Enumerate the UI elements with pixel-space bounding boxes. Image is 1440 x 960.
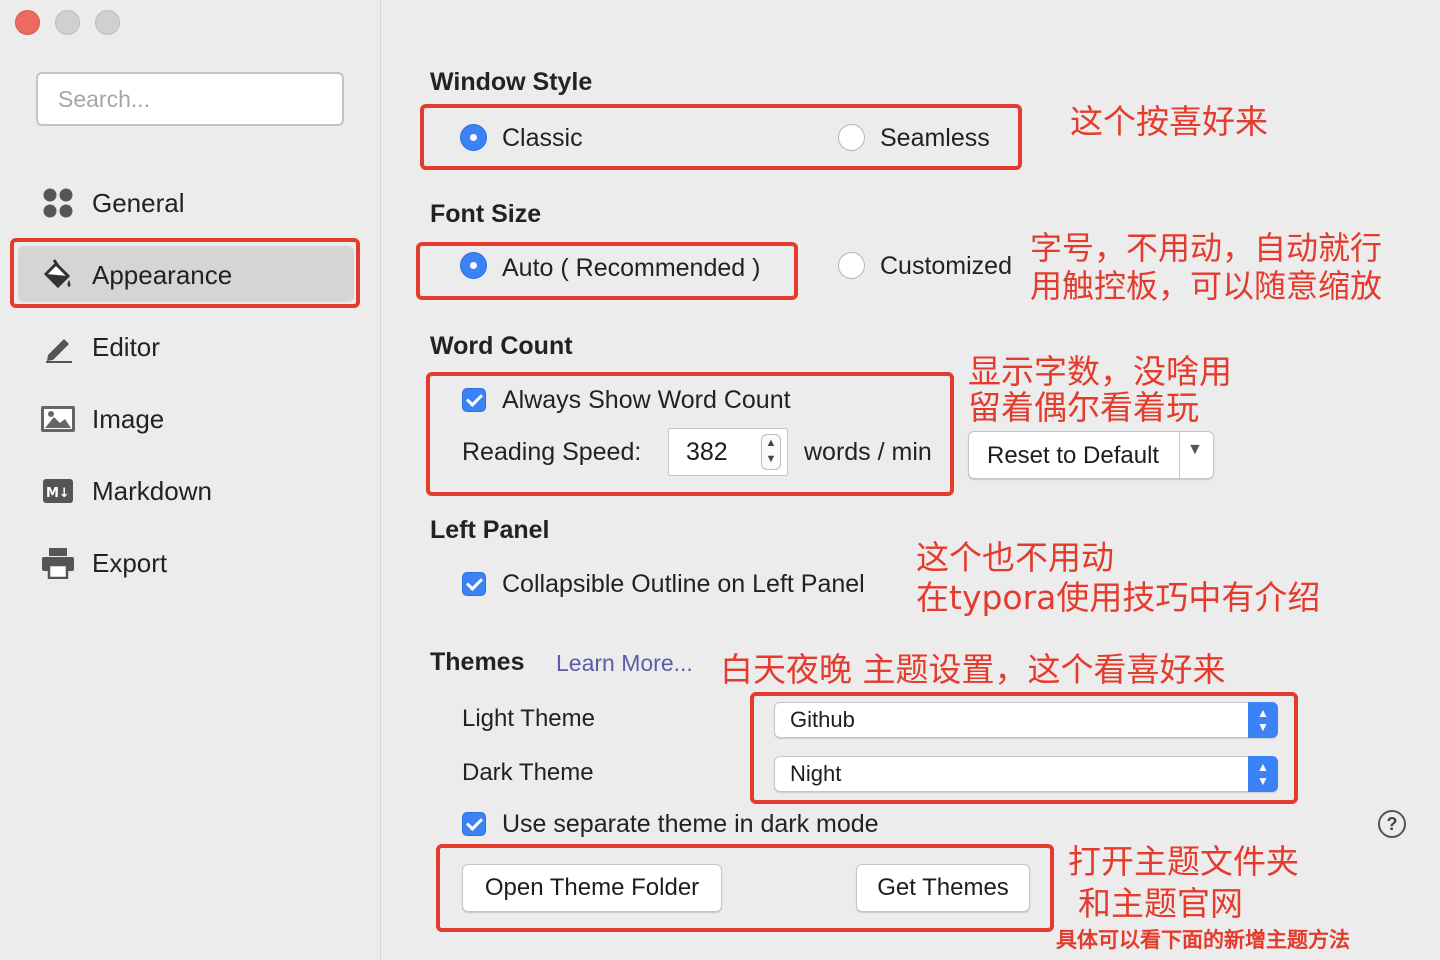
printer-icon (40, 545, 76, 581)
annotation-text: 显示字数，没啥用 (968, 352, 1232, 391)
annotation-text: 白天夜晚 主题设置，这个看喜好来 (720, 650, 1226, 689)
grid-icon (40, 185, 76, 221)
annotation-box-themes (750, 692, 1298, 804)
annotation-box-appearance (10, 238, 360, 308)
annotation-text: 具体可以看下面的新增主题方法 (1056, 928, 1350, 952)
learn-more-link[interactable]: Learn More... (556, 650, 693, 677)
annotation-text: 用触控板，可以随意缩放 (1030, 267, 1383, 305)
word-count-title: Word Count (430, 332, 573, 360)
window-style-title: Window Style (430, 68, 593, 96)
sidebar-item-markdown[interactable]: M↓ Markdown (40, 466, 212, 516)
reset-to-default-button[interactable]: Reset to Default ▼ (968, 431, 1214, 479)
customized-radio[interactable] (838, 252, 865, 279)
annotation-text: 和主题官网 (1078, 884, 1243, 923)
sidebar-item-general[interactable]: General (40, 178, 185, 228)
zoom-button[interactable] (95, 10, 120, 35)
sidebar-item-image[interactable]: Image (40, 394, 164, 444)
close-button[interactable] (15, 10, 40, 35)
sidebar-item-export[interactable]: Export (40, 538, 167, 588)
pencil-icon (40, 329, 76, 365)
button-separator (1179, 432, 1180, 478)
annotation-box-font-size (416, 242, 798, 300)
annotation-text: 字号，不用动，自动就行 (1030, 229, 1383, 267)
chevron-down-icon[interactable]: ▼ (1187, 441, 1203, 459)
font-size-title: Font Size (430, 200, 542, 228)
annotation-text: 在typora使用技巧中有介绍 (916, 578, 1321, 617)
annotation-box-word-count (426, 372, 954, 496)
svg-text:M↓: M↓ (46, 486, 70, 501)
sidebar-item-editor[interactable]: Editor (40, 322, 160, 372)
themes-title: Themes (430, 648, 525, 676)
left-panel-title: Left Panel (430, 516, 550, 544)
customized-label: Customized (880, 252, 1012, 280)
dark-theme-label: Dark Theme (462, 759, 594, 786)
sidebar-item-label: Image (92, 403, 165, 434)
sidebar-item-label: Markdown (92, 475, 212, 506)
collapsible-outline-label: Collapsible Outline on Left Panel (502, 570, 865, 598)
image-icon (40, 401, 76, 437)
annotation-text: 留着偶尔看着玩 (968, 388, 1199, 427)
sidebar-item-label: General (92, 187, 185, 218)
reset-to-default-label: Reset to Default (987, 442, 1160, 469)
search-input[interactable]: Search... (36, 72, 344, 126)
annotation-text: 打开主题文件夹 (1068, 842, 1299, 881)
minimize-button[interactable] (55, 10, 80, 35)
sidebar-item-label: Editor (92, 331, 160, 362)
markdown-icon: M↓ (40, 473, 76, 509)
sidebar-item-label: Export (92, 547, 168, 578)
separate-theme-label: Use separate theme in dark mode (502, 810, 879, 838)
annotation-text: 这个也不用动 (916, 538, 1114, 577)
annotation-text: 这个按喜好来 (1070, 102, 1268, 141)
collapsible-outline-checkbox[interactable] (462, 572, 486, 596)
separate-theme-checkbox[interactable] (462, 812, 486, 836)
annotation-box-window-style (420, 104, 1022, 170)
help-icon[interactable]: ? (1378, 810, 1406, 838)
light-theme-label: Light Theme (462, 705, 595, 732)
annotation-box-theme-buttons (436, 844, 1054, 932)
sidebar: Search... General Appearance Editor Imag… (0, 0, 381, 960)
